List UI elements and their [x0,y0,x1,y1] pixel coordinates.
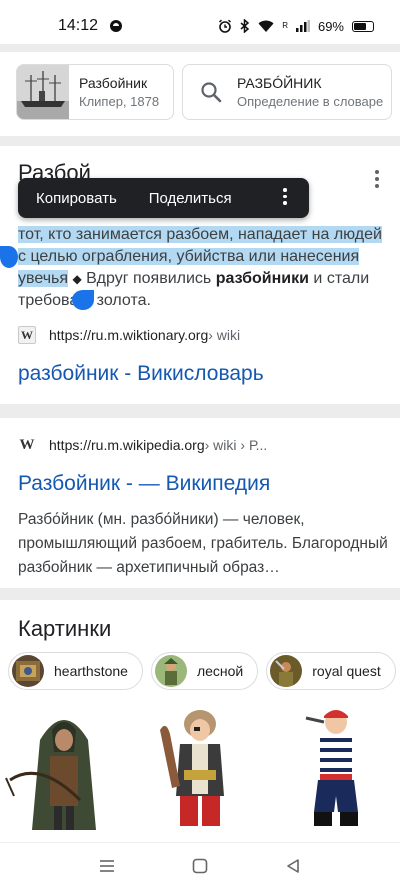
chip-thumbnail [270,655,303,687]
result-link[interactable]: разбойник - Викисловарь [18,362,264,386]
selection-start-handle[interactable] [0,246,18,268]
source-path: › wiki [208,327,241,343]
home-button[interactable] [185,851,215,881]
more-options-icon[interactable] [283,188,287,208]
wifi-icon [258,20,274,32]
back-button[interactable] [278,851,308,881]
snippet-text: требова [18,292,79,309]
source-row[interactable]: W https://ru.m.wikipedia.org › wiki › Р.… [18,436,268,454]
related-cards: Разбойник Клипер, 1878 РАЗБÓЙНИК Определ… [0,52,400,136]
dictionary-card-subtitle: Определение в словаре [237,93,384,109]
result-wikipedia: W https://ru.m.wikipedia.org › wiki › Р.… [0,418,400,588]
source-url: https://ru.m.wikipedia.org [49,437,205,453]
snippet-text: Вдруг появились [81,270,216,287]
menu-icon [99,860,114,872]
system-nav-bar [0,842,400,889]
battery-percent: 69% [317,18,344,34]
share-button[interactable]: Поделиться [149,190,232,207]
dictionary-card[interactable]: РАЗБÓЙНИК Определение в словаре [182,64,392,120]
divider [0,404,400,418]
ship-card-title: Разбойник [79,74,148,91]
home-square-icon [192,858,208,874]
result-wiktionary: Разбой тот, кто занимается разбоем, напа… [0,146,400,404]
divider [0,588,400,600]
chip-label: royal quest [312,663,381,679]
divider [0,136,400,146]
alarm-icon [219,19,232,33]
snippet-bold: разбойники [215,270,309,287]
chip-thumbnail [12,655,44,687]
ship-image [17,65,69,119]
source-url: https://ru.m.wiktionary.org [49,327,209,343]
result-snippet: Разбо́йник (мн. разбо́йники) — человек, … [18,511,388,576]
source-row[interactable]: W https://ru.m.wiktionary.org › wiki [18,326,240,344]
chip-label: hearthstone [54,663,128,679]
snippet-text: и стали [308,270,370,287]
chip-lesnoy[interactable]: лесной [150,652,259,690]
image-grid [0,700,400,840]
wiktionary-favicon: W [18,326,36,344]
selected-text-2: с целью ограбления, убийства или нанесен… [18,248,360,265]
signal-label: R [282,21,288,30]
selection-end-handle[interactable] [72,290,94,310]
recents-button[interactable] [92,851,122,881]
copy-button[interactable]: Копировать [36,190,117,207]
bluetooth-icon [240,19,250,33]
image-chips: hearthstone лесной royal quest [8,652,400,690]
sync-icon [110,20,123,32]
back-triangle-icon [287,859,300,873]
selection-toolbar: Копировать Поделиться [18,178,309,218]
battery-icon [352,20,374,32]
ship-card-subtitle: Клипер, 1878 [79,93,160,109]
image-result-pirate-child[interactable] [272,700,400,830]
result-link[interactable]: Разбойник - — Википедия [18,472,270,496]
signal-icon [295,20,310,32]
status-time: 14:12 [58,17,99,34]
selected-text-3: увечья [18,270,69,287]
snippet-text: золота. [92,292,151,309]
more-vert-icon[interactable] [374,170,380,190]
image-result-robber-hooded[interactable] [0,700,128,830]
diamond-icon: ◆ [72,272,82,286]
chip-hearthstone[interactable]: hearthstone [8,652,143,690]
divider [0,44,400,52]
images-section: Картинки hearthstone лесной royal quest [0,600,400,840]
source-path: › wiki › Р... [204,437,268,453]
search-icon [191,81,231,103]
dictionary-card-title: РАЗБÓЙНИК [237,74,322,91]
chip-thumbnail [154,655,187,687]
images-title: Картинки [18,616,112,641]
chip-royal-quest[interactable]: royal quest [266,652,396,690]
wikipedia-favicon: W [19,436,35,453]
selected-text-1: тот, кто занимается разбоем, нападает на… [18,226,382,243]
image-result-robber-child[interactable] [136,700,264,830]
ship-card[interactable]: Разбойник Клипер, 1878 [16,64,174,120]
status-icons: R 69% [218,19,374,34]
chip-label: лесной [196,663,244,679]
